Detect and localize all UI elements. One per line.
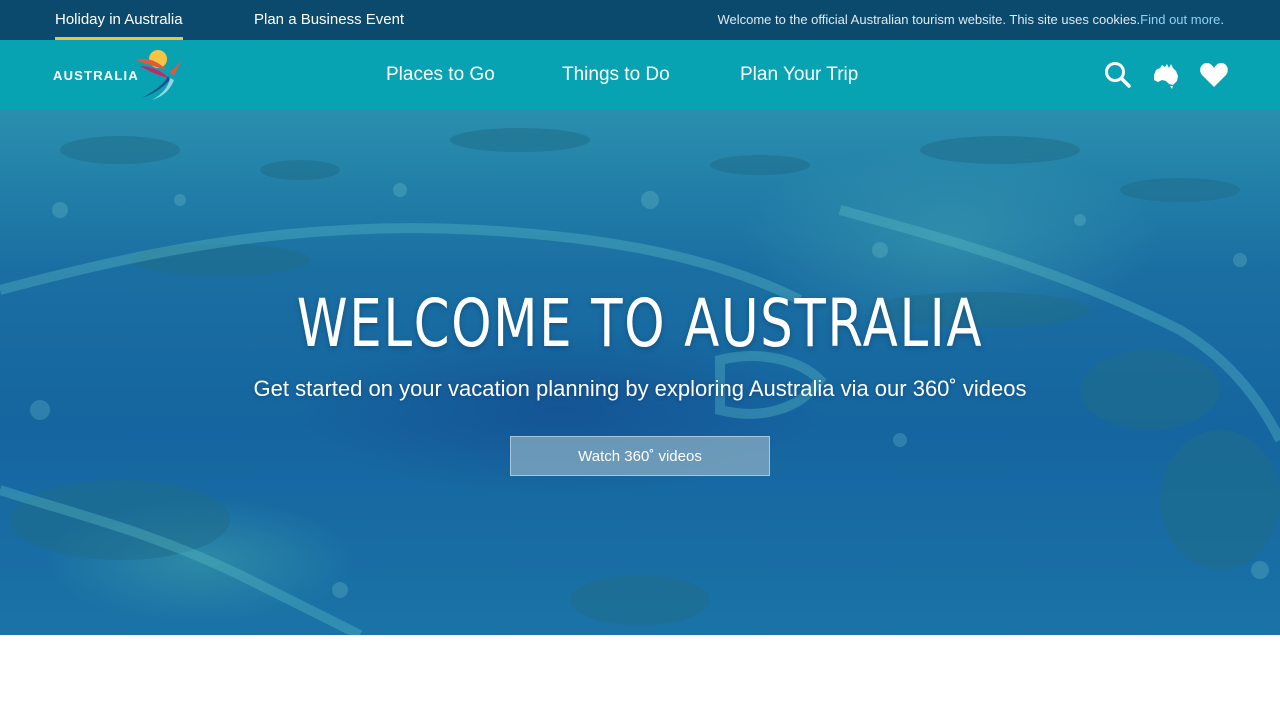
nav-things-to-do[interactable]: Things to Do xyxy=(562,40,670,110)
tab-label: Plan a Business Event xyxy=(254,11,405,28)
tab-holiday-in-australia[interactable]: Holiday in Australia xyxy=(55,0,183,40)
hero-title: WELCOME TO AUSTRALIA xyxy=(296,285,984,362)
heart-icon[interactable] xyxy=(1198,59,1230,91)
tab-plan-a-business-event[interactable]: Plan a Business Event xyxy=(254,0,404,40)
cookie-text: Welcome to the official Australian touri… xyxy=(717,12,1141,27)
nav-places-to-go[interactable]: Places to Go xyxy=(386,40,495,110)
reef-aerial-background xyxy=(0,128,1280,635)
australia-logo[interactable]: AUSTRALIA xyxy=(52,48,187,104)
top-utility-bar: Holiday in Australia Plan a Business Eve… xyxy=(0,0,1280,40)
search-icon[interactable] xyxy=(1102,59,1134,91)
find-out-more-link[interactable]: Find out more xyxy=(1140,12,1220,27)
watch-360-videos-button[interactable]: Watch 360˚ videos xyxy=(510,436,770,476)
hero-subtitle: Get started on your vacation planning by… xyxy=(253,376,1027,401)
tab-label: Holiday in Australia xyxy=(55,11,183,28)
logo-wordmark: AUSTRALIA xyxy=(53,68,139,83)
nav-plan-your-trip[interactable]: Plan Your Trip xyxy=(740,40,858,110)
cookie-notice: Welcome to the official Australian touri… xyxy=(717,0,1224,40)
kangaroo-logo-icon xyxy=(136,50,184,100)
hero-banner: WELCOME TO AUSTRALIA Get started on your… xyxy=(0,110,1280,635)
cookie-period: . xyxy=(1220,12,1224,27)
australia-map-icon[interactable] xyxy=(1150,59,1182,91)
main-navigation: AUSTRALIA Places to Go Things to Do Plan… xyxy=(0,40,1280,110)
